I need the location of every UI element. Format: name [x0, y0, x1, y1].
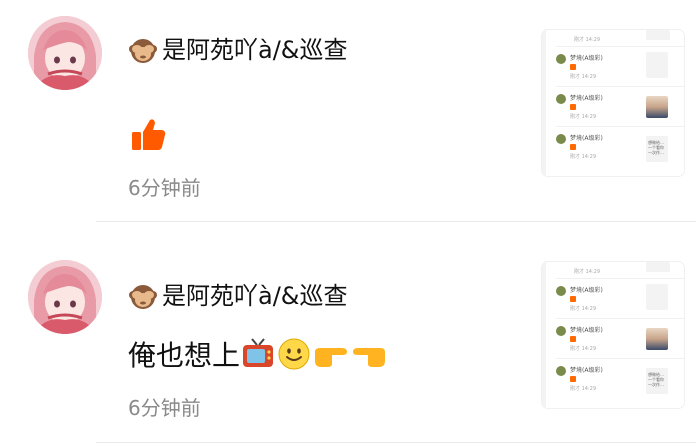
thumbnail-comment: 梦境(A级彩) 刚才 14:29: [556, 364, 644, 392]
thumbnail-avatar: [556, 326, 566, 336]
username[interactable]: 是阿苑吖à/&巡查: [128, 278, 348, 314]
thumbnail-card-text: 想做给… 一个看你 一次作…: [648, 140, 664, 155]
thumbnail-time: 刚才 14:29: [570, 386, 596, 392]
comment-content: 俺也想上: [128, 332, 388, 376]
thumbnail-comment: 梦境(A级彩) 刚才 14:29: [556, 284, 644, 312]
thumbnail-comment: 梦境(A级彩) 刚才 14:29: [556, 324, 644, 352]
thumbnail-time: 刚才 14:29: [570, 114, 596, 120]
comment-content: [128, 112, 168, 156]
thumbnail-time: 刚才 14:29: [570, 154, 596, 160]
avatar[interactable]: [28, 260, 102, 334]
username-text[interactable]: 是阿苑吖à/&巡查: [162, 32, 348, 68]
thumbnail-time: 刚才 14:29: [570, 346, 596, 352]
thumbnail-name: 梦境(A级彩): [570, 327, 603, 334]
pointing-left-icon: [353, 348, 386, 367]
thumbnail-like-icon: [570, 64, 576, 70]
thumbnail-like-icon: [570, 104, 576, 110]
thumbnail-photo-card: [646, 328, 668, 350]
thumbnail-card-text: 想做给… 一个看你 一次作…: [648, 372, 664, 387]
thumbnail-time: 刚才 14:29: [570, 74, 596, 80]
thumbnail-avatar: [556, 134, 566, 144]
thumbnail-avatar: [556, 54, 566, 64]
comment-item[interactable]: 是阿苑吖à/&巡查 俺也想上 6分钟前 刚才 14:29 梦境(A级彩) 刚才 …: [0, 222, 696, 444]
thumbnail-name: 梦境(A级彩): [570, 95, 603, 102]
thumbnail-time: 刚才 14:29: [570, 306, 596, 312]
thumbnail-divider: [556, 318, 684, 319]
thumbnail-text-card: 想做给… 一个看你 一次作…: [646, 368, 668, 394]
thumbnail-like-icon: [570, 376, 576, 382]
thumbnail-avatar: [556, 366, 566, 376]
thumbnail-comment: 梦境(A级彩) 刚才 14:29: [556, 92, 644, 120]
thumbnail-like-icon: [570, 144, 576, 150]
thumbnail-edge: [542, 30, 546, 176]
thumbs-up-icon: [132, 119, 166, 150]
see-no-evil-monkey-icon: [129, 285, 157, 309]
thumbnail-comment: 梦境(A级彩) 刚才 14:29: [556, 52, 644, 80]
thumbnail-divider: [556, 358, 684, 359]
see-no-evil-monkey-icon: [129, 39, 157, 63]
thumbnail-card: [646, 52, 668, 78]
username[interactable]: 是阿苑吖à/&巡查: [128, 32, 348, 68]
attached-screenshot-thumbnail[interactable]: 刚才 14:29 梦境(A级彩) 刚才 14:29 梦境(A级彩) 刚才 14:…: [542, 30, 684, 176]
thumbnail-text-card: 想做给… 一个看你 一次作…: [646, 136, 668, 162]
thumbnail-divider: [556, 126, 684, 127]
row-divider: [96, 442, 696, 443]
thumbnail-avatar: [556, 286, 566, 296]
thumbnail-top-card: [646, 262, 670, 272]
smile-icon: [278, 338, 310, 370]
thumbnail-name: 梦境(A级彩): [570, 55, 603, 62]
thumbnail-divider: [556, 46, 684, 47]
avatar-anime-girl-icon: [28, 16, 102, 90]
thumbnail-name: 梦境(A级彩): [570, 367, 603, 374]
thumbnail-edge: [542, 262, 546, 408]
username-text[interactable]: 是阿苑吖à/&巡查: [162, 278, 348, 314]
thumbnail-card: [646, 284, 668, 310]
tv-icon: [243, 338, 274, 367]
thumbnail-name: 梦境(A级彩): [570, 287, 603, 294]
thumbnail-like-icon: [570, 296, 576, 302]
thumbnail-top-card: [646, 30, 670, 40]
attached-screenshot-thumbnail[interactable]: 刚才 14:29 梦境(A级彩) 刚才 14:29 梦境(A级彩) 刚才 14:…: [542, 262, 684, 408]
thumbnail-divider: [556, 278, 684, 279]
thumbnail-photo-card: [646, 96, 668, 118]
comment-time: 6分钟前: [128, 176, 201, 200]
comment-feed: 是阿苑吖à/&巡查 6分钟前 刚才 14:29 梦境(A级彩) 刚才 14:29: [0, 0, 696, 444]
comment-time: 6分钟前: [128, 396, 201, 420]
thumbnail-like-icon: [570, 336, 576, 342]
pointing-right-icon: [315, 348, 348, 367]
comment-item[interactable]: 是阿苑吖à/&巡查 6分钟前 刚才 14:29 梦境(A级彩) 刚才 14:29: [0, 0, 696, 222]
thumbnail-divider: [556, 86, 684, 87]
avatar[interactable]: [28, 16, 102, 90]
comment-text: 俺也想上: [128, 339, 241, 372]
thumbnail-name: 梦境(A级彩): [570, 135, 603, 142]
thumbnail-header-text: 刚才 14:29: [574, 269, 600, 275]
thumbnail-header-text: 刚才 14:29: [574, 37, 600, 43]
avatar-anime-girl-icon: [28, 260, 102, 334]
thumbnail-comment: 梦境(A级彩) 刚才 14:29: [556, 132, 644, 160]
thumbnail-avatar: [556, 94, 566, 104]
